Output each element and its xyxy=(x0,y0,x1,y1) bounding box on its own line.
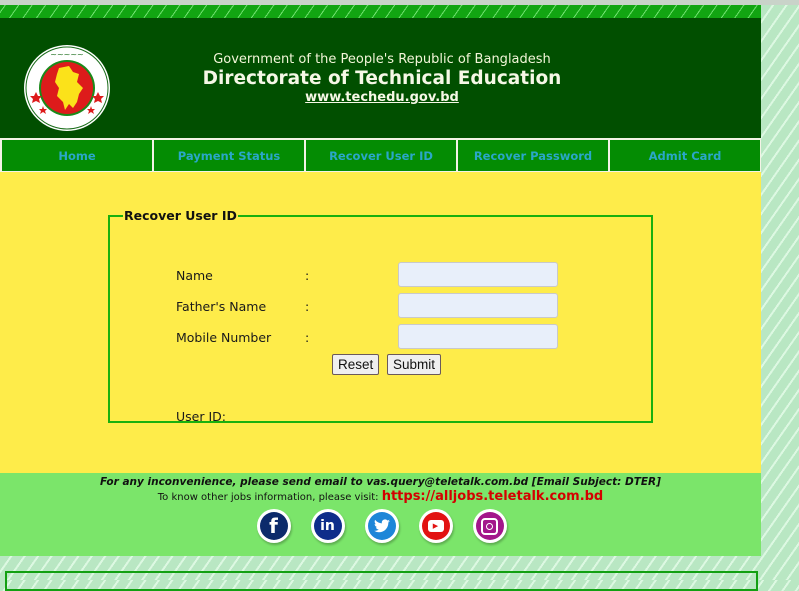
lower-section-border xyxy=(5,571,758,591)
facebook-link[interactable]: f xyxy=(256,509,291,543)
jobs-info-prefix: To know other jobs information, please v… xyxy=(157,492,379,503)
youtube-icon: ▶ xyxy=(421,512,450,540)
youtube-play-glyph: ▶ xyxy=(427,520,444,532)
jobs-info-line: To know other jobs information, please v… xyxy=(0,489,761,505)
twitter-bird-glyph xyxy=(373,519,390,533)
twitter-icon xyxy=(367,512,396,540)
nav-recover-password[interactable]: Recover Password xyxy=(458,140,608,171)
social-links: f in ▶ xyxy=(0,509,761,543)
name-separator: : xyxy=(305,268,310,283)
site-header: ~~~~~ Government of the People's Republi… xyxy=(0,18,761,138)
page-container: ~~~~~ Government of the People's Republi… xyxy=(0,5,761,556)
header-text: Government of the People's Republic of B… xyxy=(0,52,761,106)
fathers-name-label: Father's Name xyxy=(176,299,267,314)
government-line: Government of the People's Republic of B… xyxy=(213,52,551,67)
alljobs-link[interactable]: https://alljobs.teletalk.com.bd xyxy=(382,489,604,504)
user-id-label: User ID: xyxy=(176,409,226,424)
nav-home[interactable]: Home xyxy=(2,140,152,171)
mobile-number-separator: : xyxy=(305,330,310,345)
submit-button[interactable]: Submit xyxy=(387,354,442,375)
mobile-number-label: Mobile Number xyxy=(176,330,272,345)
name-input[interactable] xyxy=(398,262,558,287)
fathers-name-separator: : xyxy=(305,299,310,314)
main-content: Recover User ID Name : Father's Name : M… xyxy=(0,172,761,473)
user-id-result: User ID: xyxy=(176,409,226,424)
linkedin-icon: in xyxy=(313,512,342,540)
site-title: Directorate of Technical Education xyxy=(202,68,562,89)
form-legend: Recover User ID xyxy=(124,208,237,223)
linkedin-link[interactable]: in xyxy=(310,509,345,543)
support-email-line: For any inconvenience, please send email… xyxy=(100,476,661,488)
site-footer: For any inconvenience, please send email… xyxy=(0,473,761,556)
instagram-link[interactable] xyxy=(472,509,507,543)
youtube-link[interactable]: ▶ xyxy=(418,509,453,543)
nav-recover-user-id[interactable]: Recover User ID xyxy=(306,140,456,171)
nav-payment-status[interactable]: Payment Status xyxy=(154,140,304,171)
reset-button[interactable]: Reset xyxy=(332,354,380,375)
website-link[interactable]: www.techedu.gov.bd xyxy=(3,90,761,106)
instagram-lens-glyph xyxy=(486,522,493,530)
instagram-camera-glyph xyxy=(481,517,498,535)
twitter-link[interactable] xyxy=(364,509,399,543)
mobile-number-input[interactable] xyxy=(398,324,558,349)
fathers-name-input[interactable] xyxy=(398,293,558,318)
recover-user-id-form: Recover User ID Name : Father's Name : M… xyxy=(108,208,653,424)
header-stripe xyxy=(0,5,761,18)
main-nav: Home Payment Status Recover User ID Reco… xyxy=(0,138,761,172)
name-label: Name xyxy=(176,268,213,283)
nav-admit-card[interactable]: Admit Card xyxy=(610,140,760,171)
facebook-icon: f xyxy=(259,512,288,540)
instagram-icon xyxy=(475,512,504,540)
